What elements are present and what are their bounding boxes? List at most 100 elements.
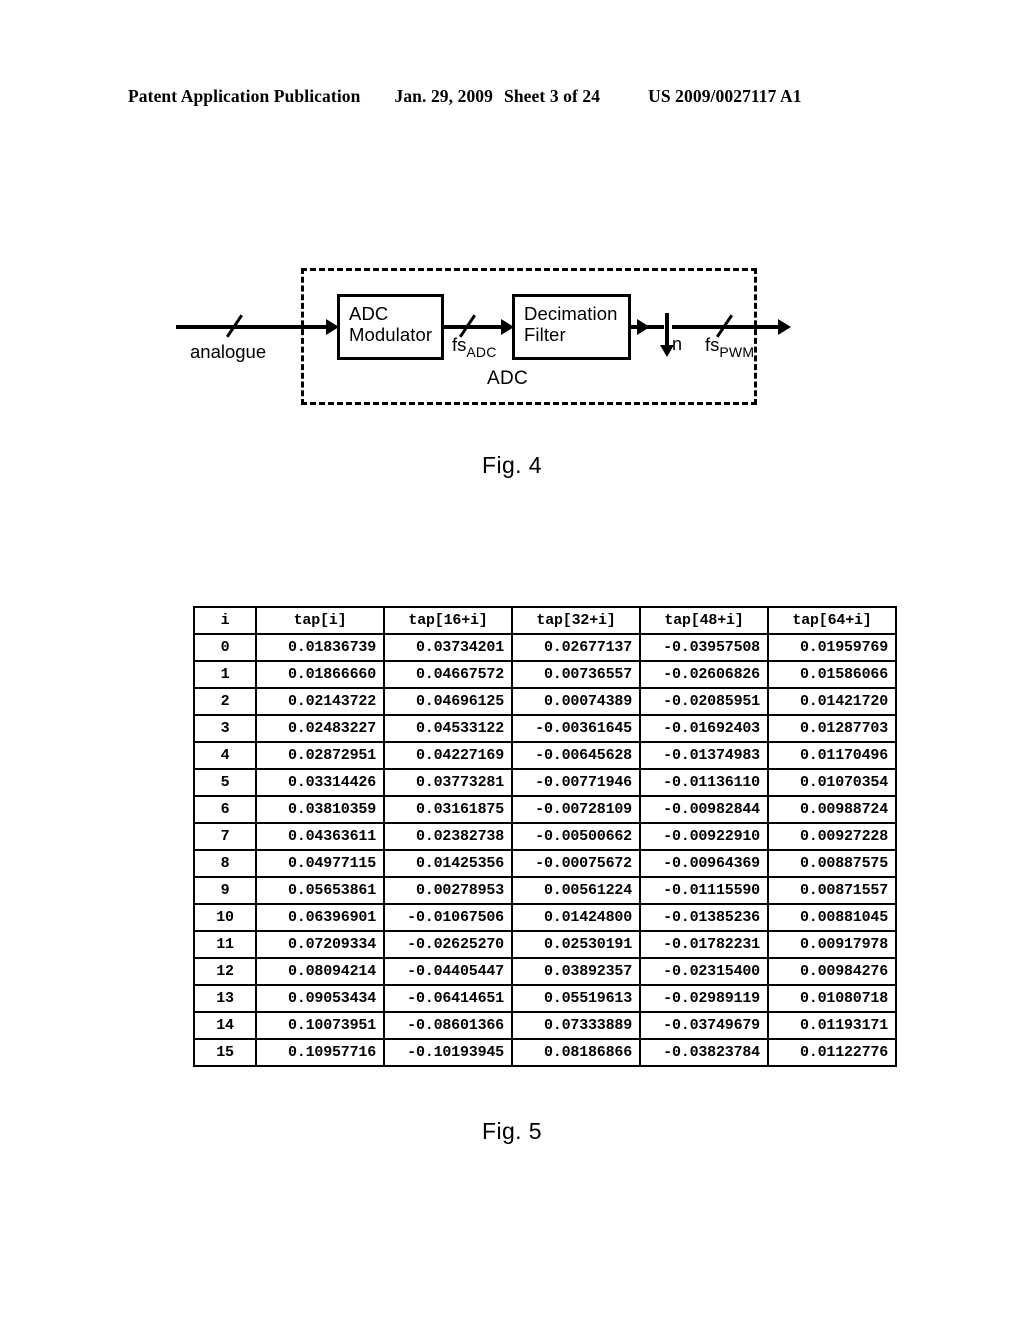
cell-tap-value: -0.00500662 xyxy=(511,822,641,851)
cell-tap-value: -0.10193945 xyxy=(383,1038,513,1067)
fs-pwm-base: fs xyxy=(705,334,720,355)
cell-tap-value: -0.01115590 xyxy=(639,876,769,905)
cell-tap-value: -0.06414651 xyxy=(383,984,513,1013)
cell-tap-value: 0.01122776 xyxy=(767,1038,897,1067)
cell-tap-value: 0.10073951 xyxy=(255,1011,385,1040)
table-row: 14 0.10073951 -0.08601366 0.07333889 -0.0374… xyxy=(193,1011,897,1040)
column-header-index: i xyxy=(193,606,257,635)
arrow-right-icon-node xyxy=(637,319,650,335)
block-decimation-filter: Decimation Filter xyxy=(512,294,631,360)
cell-tap-value: -0.02315400 xyxy=(639,957,769,986)
cell-tap-value: 0.08094214 xyxy=(255,957,385,986)
cell-tap-value: 0.00984276 xyxy=(767,957,897,986)
cell-tap-value: 0.00927228 xyxy=(767,822,897,851)
cell-tap-value: 0.03161875 xyxy=(383,795,513,824)
cell-tap-value: 0.03773281 xyxy=(383,768,513,797)
column-header-tap: tap[i] xyxy=(255,606,385,635)
cell-tap-value: 0.02530191 xyxy=(511,930,641,959)
cell-tap-value: 0.01287703 xyxy=(767,714,897,743)
cell-tap-value: 0.02872951 xyxy=(255,741,385,770)
cell-tap-value: -0.01374983 xyxy=(639,741,769,770)
cell-tap-value: -0.08601366 xyxy=(383,1011,513,1040)
cell-tap-value: 0.02677137 xyxy=(511,633,641,662)
table-row: 12 0.08094214 -0.04405447 0.03892357 -0.0231… xyxy=(193,957,897,986)
sampling-frequency-pwm-label: fsPWM xyxy=(705,334,754,360)
table-header-row: i tap[i] tap[16+i] tap[32+i] tap[48+i] tap[64… xyxy=(193,606,897,635)
signal-wire-output xyxy=(672,325,782,329)
cell-tap-value: -0.04405447 xyxy=(383,957,513,986)
cell-tap-value: 0.01193171 xyxy=(767,1011,897,1040)
cell-tap-value: 0.06396901 xyxy=(255,903,385,932)
block-adc-modulator-line2: Modulator xyxy=(349,324,433,346)
cell-tap-value: -0.01782231 xyxy=(639,930,769,959)
cell-tap-value: 0.00736557 xyxy=(511,660,641,689)
adc-enclosure-label: ADC xyxy=(487,368,529,389)
cell-tap-value: 0.03810359 xyxy=(255,795,385,824)
cell-tap-value: -0.03957508 xyxy=(639,633,769,662)
cell-index: 7 xyxy=(193,822,257,851)
cell-tap-value: -0.00075672 xyxy=(511,849,641,878)
fs-pwm-subscript: PWM xyxy=(719,343,755,360)
cell-index: 2 xyxy=(193,687,257,716)
cell-index: 13 xyxy=(193,984,257,1013)
cell-tap-value: 0.01586066 xyxy=(767,660,897,689)
table-row: 10 0.06396901 -0.01067506 0.01424800 -0.0138… xyxy=(193,903,897,932)
figure-5-caption: Fig. 5 xyxy=(482,1118,542,1144)
table-row: 15 0.10957716 -0.10193945 0.08186866 -0.0382… xyxy=(193,1038,897,1067)
table-row: 6 0.03810359 0.03161875 -0.00728109 -0.00982… xyxy=(193,795,897,824)
cell-tap-value: 0.00278953 xyxy=(383,876,513,905)
decimation-factor-label: n xyxy=(672,334,683,354)
cell-tap-value: 0.04363611 xyxy=(255,822,385,851)
cell-tap-value: 0.01070354 xyxy=(767,768,897,797)
signal-wire-input xyxy=(176,325,329,329)
table-row: 1 0.01866660 0.04667572 0.00736557 -0.026068… xyxy=(193,660,897,689)
column-header-tap: tap[32+i] xyxy=(511,606,641,635)
arrow-right-icon-output xyxy=(778,319,791,335)
figure-4-caption: Fig. 4 xyxy=(482,452,542,478)
cell-tap-value: 0.04667572 xyxy=(383,660,513,689)
cell-tap-value: -0.02625270 xyxy=(383,930,513,959)
cell-tap-value: -0.01385236 xyxy=(639,903,769,932)
fs-adc-subscript: ADC xyxy=(466,343,497,360)
cell-tap-value: 0.02483227 xyxy=(255,714,385,743)
block-adc-modulator-line1: ADC xyxy=(349,303,389,324)
cell-tap-value: -0.00771946 xyxy=(511,768,641,797)
cell-index: 9 xyxy=(193,876,257,905)
cell-tap-value: 0.02143722 xyxy=(255,687,385,716)
cell-tap-value: -0.00964369 xyxy=(639,849,769,878)
table-row: 5 0.03314426 0.03773281 -0.00771946 -0.01136… xyxy=(193,768,897,797)
table-row: 0 0.01836739 0.03734201 0.02677137 -0.039575… xyxy=(193,633,897,662)
cell-index: 3 xyxy=(193,714,257,743)
cell-tap-value: 0.01170496 xyxy=(767,741,897,770)
column-header-tap: tap[16+i] xyxy=(383,606,513,635)
cell-tap-value: 0.04227169 xyxy=(383,741,513,770)
cell-tap-value: -0.01136110 xyxy=(639,768,769,797)
block-adc-modulator: ADC Modulator xyxy=(337,294,444,360)
cell-tap-value: 0.04977115 xyxy=(255,849,385,878)
cell-tap-value: 0.05519613 xyxy=(511,984,641,1013)
cell-tap-value: -0.03749679 xyxy=(639,1011,769,1040)
cell-tap-value: 0.01421720 xyxy=(767,687,897,716)
cell-tap-value: 0.04696125 xyxy=(383,687,513,716)
cell-index: 8 xyxy=(193,849,257,878)
cell-index: 4 xyxy=(193,741,257,770)
cell-tap-value: 0.01836739 xyxy=(255,633,385,662)
block-decimation-filter-line2: Filter xyxy=(524,324,566,346)
cell-tap-value: 0.01424800 xyxy=(511,903,641,932)
cell-tap-value: -0.02989119 xyxy=(639,984,769,1013)
cell-index: 5 xyxy=(193,768,257,797)
cell-tap-value: 0.09053434 xyxy=(255,984,385,1013)
cell-index: 11 xyxy=(193,930,257,959)
cell-tap-value: 0.00881045 xyxy=(767,903,897,932)
filter-tap-coefficient-table: i tap[i] tap[16+i] tap[32+i] tap[48+i] tap[64… xyxy=(193,606,897,1067)
cell-tap-value: 0.05653861 xyxy=(255,876,385,905)
cell-tap-value: 0.00561224 xyxy=(511,876,641,905)
cell-tap-value: 0.00887575 xyxy=(767,849,897,878)
cell-tap-value: 0.03734201 xyxy=(383,633,513,662)
decimation-arrow-shaft xyxy=(665,313,669,349)
signal-wire-modulator-filter xyxy=(444,325,504,329)
cell-tap-value: -0.00728109 xyxy=(511,795,641,824)
figure-4: ADC n ADC Modulator Decimation Filter an… xyxy=(0,0,1024,500)
cell-tap-value: 0.07333889 xyxy=(511,1011,641,1040)
column-header-tap: tap[48+i] xyxy=(639,606,769,635)
